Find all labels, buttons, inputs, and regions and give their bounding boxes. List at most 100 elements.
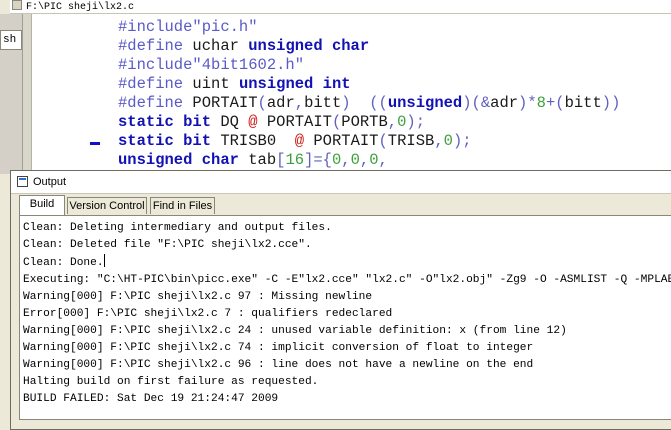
- output-window: Output Build Version Control Find in Fil…: [10, 170, 671, 430]
- log-line: Warning[000] F:\PIC sheji\lx2.c 74 : imp…: [23, 340, 671, 357]
- code-token: #include: [118, 56, 193, 74]
- code-token: PORTAIT: [313, 132, 379, 150]
- code-line: #include"4bit1602.h": [118, 56, 671, 75]
- code-token: ,: [359, 151, 370, 169]
- editor-margin: [32, 14, 102, 174]
- code-token: #define: [118, 75, 193, 93]
- code-token: TRISB: [387, 132, 435, 150]
- code-token: );: [406, 113, 426, 131]
- output-window-icon: [17, 176, 28, 187]
- code-token: (: [331, 113, 342, 131]
- log-line: Halting build on first failure as reques…: [23, 374, 671, 391]
- log-line-text: Warning[000] F:\PIC sheji\lx2.c 74 : imp…: [23, 342, 534, 354]
- code-token: 8: [536, 94, 546, 112]
- code-token: (: [378, 132, 388, 150]
- code-token: PORTB: [341, 113, 388, 131]
- log-line: BUILD FAILED: Sat Dec 19 21:24:47 2009: [23, 391, 671, 408]
- code-line: static bit DQ @ PORTAIT(PORTB,0);: [118, 113, 671, 132]
- editor-gutter: [23, 14, 32, 174]
- code-token: "pic.h": [192, 18, 258, 36]
- log-line: Warning[000] F:\PIC sheji\lx2.c 97 : Mis…: [23, 289, 671, 306]
- code-token: ) ((: [341, 94, 388, 112]
- log-line-text: Warning[000] F:\PIC sheji\lx2.c 97 : Mis…: [23, 291, 373, 303]
- code-token: unsigned int: [238, 75, 351, 93]
- code-token: ,: [294, 94, 305, 112]
- tab-find-in-files[interactable]: Find in Files: [150, 197, 215, 214]
- log-line-text: Error[000] F:\PIC sheji\lx2.c 7 : qualif…: [23, 308, 393, 320]
- text-caret: [103, 254, 105, 267]
- log-line-text: Clean: Deleted file "F:\PIC sheji\lx2.cc…: [23, 239, 312, 251]
- document-icon[interactable]: [12, 0, 22, 10]
- log-line: Clean: Done.: [23, 254, 671, 272]
- code-token: )(&: [462, 94, 491, 112]
- code-token: ,: [387, 113, 398, 131]
- output-title: Output: [33, 176, 67, 188]
- background-window-tab[interactable]: sh: [0, 30, 22, 50]
- code-token: #define: [118, 37, 193, 55]
- code-token: @: [294, 132, 314, 150]
- code-token: DQ: [220, 113, 249, 131]
- code-token: 0: [331, 151, 342, 169]
- log-line: Executing: "C:\HT-PIC\bin\picc.exe" -C -…: [23, 272, 671, 289]
- code-token: bitt: [304, 94, 342, 112]
- log-line-text: Executing: "C:\HT-PIC\bin\picc.exe" -C -…: [23, 274, 671, 286]
- code-token: PORTAIT: [266, 113, 332, 131]
- code-token: unsigned: [387, 94, 463, 112]
- code-line: unsigned char tab[16]={0,0,0,: [118, 151, 671, 170]
- code-token: adr: [266, 94, 295, 112]
- code-token: uchar: [192, 37, 249, 55]
- code-line: #define uchar unsigned char: [118, 37, 671, 56]
- code-token: ,: [341, 151, 351, 169]
- code-token: unsigned char: [248, 37, 370, 55]
- current-line-marker: [90, 142, 100, 145]
- log-line: Warning[000] F:\PIC sheji\lx2.c 96 : lin…: [23, 357, 671, 374]
- log-line-text: Clean: Done.: [23, 257, 104, 269]
- log-line-text: Clean: Deleting intermediary and output …: [23, 222, 332, 234]
- code-token: uint: [192, 75, 239, 93]
- code-token: ,: [378, 151, 388, 169]
- log-line-text: BUILD FAILED: Sat Dec 19 21:24:47 2009: [23, 393, 279, 405]
- build-log: Clean: Deleting intermediary and output …: [20, 216, 671, 408]
- code-token: bitt: [564, 94, 602, 112]
- code-token: adr: [490, 94, 519, 112]
- code-token: tab: [248, 151, 277, 169]
- code-token: +(: [545, 94, 565, 112]
- code-token: @: [248, 113, 267, 131]
- code-token: PORTAIT: [192, 94, 258, 112]
- code-line: #include"pic.h": [118, 18, 671, 37]
- editor-title-bar: F:\PIC sheji\lx2.c: [10, 0, 671, 14]
- code-token: );: [452, 132, 472, 150]
- tab-version-control[interactable]: Version Control: [67, 197, 147, 214]
- code-token: #include: [118, 18, 193, 36]
- editor-file-path: F:\PIC sheji\lx2.c: [26, 2, 135, 13]
- code-token: unsigned char: [118, 151, 249, 169]
- code-token: )): [601, 94, 621, 112]
- code-token: 0: [350, 151, 360, 169]
- tab-build[interactable]: Build: [19, 195, 65, 215]
- code-token: static bit: [118, 132, 221, 150]
- code-line: #define uint unsigned int: [118, 75, 671, 94]
- code-editor[interactable]: #include"pic.h" #define uchar unsigned ch…: [102, 18, 671, 174]
- code-token: 0: [369, 151, 379, 169]
- code-token: ]={: [304, 151, 332, 169]
- log-line-text: Warning[000] F:\PIC sheji\lx2.c 24 : unu…: [23, 325, 567, 337]
- build-log-panel[interactable]: Clean: Deleting intermediary and output …: [19, 215, 671, 420]
- code-token: TRISB0: [220, 132, 295, 150]
- log-line: Clean: Deleting intermediary and output …: [23, 220, 671, 237]
- code-token: (: [257, 94, 267, 112]
- log-line: Warning[000] F:\PIC sheji\lx2.c 24 : unu…: [23, 323, 671, 340]
- log-line-text: Halting build on first failure as reques…: [23, 376, 319, 388]
- code-token: static bit: [118, 113, 221, 131]
- log-line: Clean: Deleted file "F:\PIC sheji\lx2.cc…: [23, 237, 671, 254]
- code-token: )*: [518, 94, 537, 112]
- code-token: 16: [285, 151, 305, 169]
- log-line: Error[000] F:\PIC sheji\lx2.c 7 : qualif…: [23, 306, 671, 323]
- code-token: 0: [443, 132, 453, 150]
- log-line-text: Warning[000] F:\PIC sheji\lx2.c 96 : lin…: [23, 359, 534, 371]
- code-token: #define: [118, 94, 193, 112]
- output-title-bar[interactable]: Output: [11, 171, 671, 194]
- code-token: ,: [434, 132, 444, 150]
- code-token: "4bit1602.h": [192, 56, 305, 74]
- code-line: static bit TRISB0 @ PORTAIT(TRISB,0);: [118, 132, 671, 151]
- code-line: #define PORTAIT(adr,bitt) ((unsigned)(&a…: [118, 94, 671, 113]
